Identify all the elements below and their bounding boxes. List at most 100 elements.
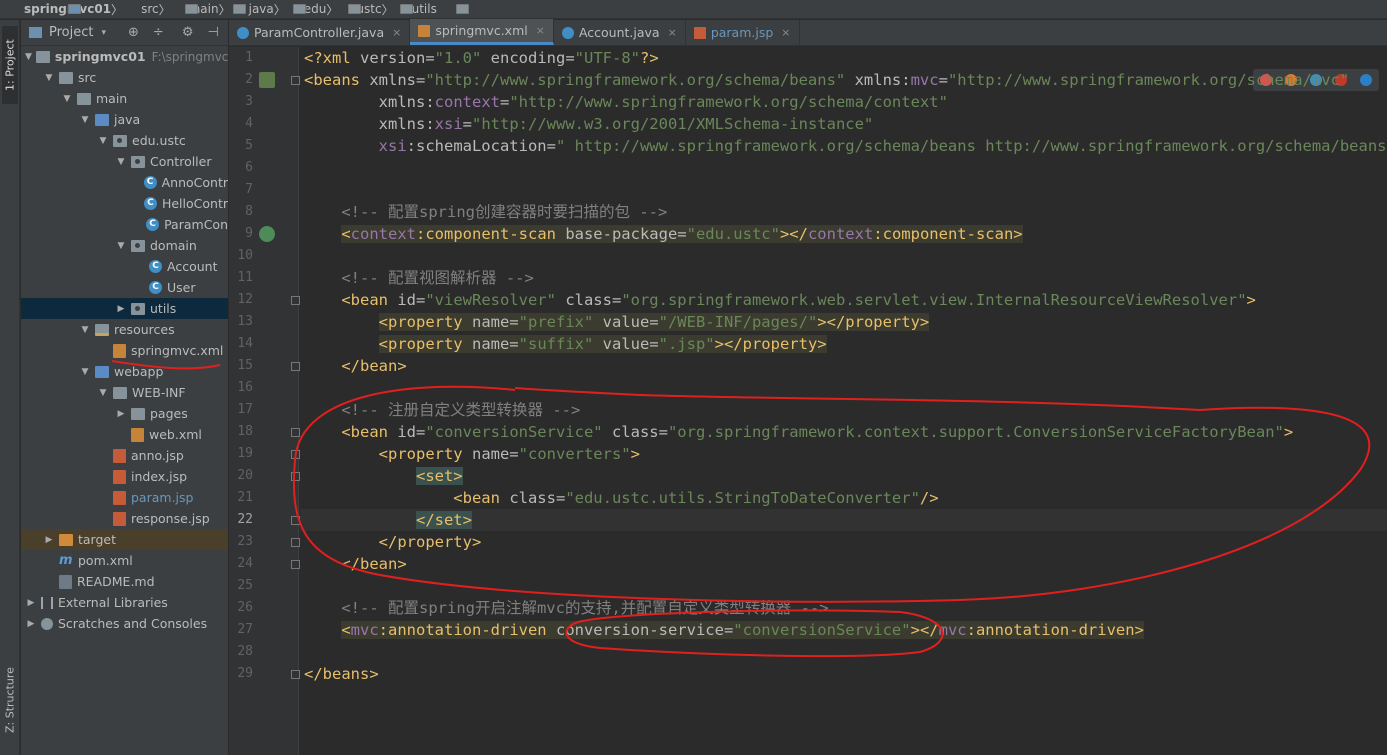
fold-icon[interactable] bbox=[291, 450, 300, 459]
fold-icon[interactable] bbox=[291, 472, 300, 481]
breadcrumb-item[interactable]: edu bbox=[286, 2, 361, 16]
tree-item[interactable]: C AnnoContr bbox=[21, 172, 228, 193]
fold-icon[interactable] bbox=[291, 76, 300, 85]
collapse-arrow-icon[interactable]: ▶ bbox=[25, 619, 37, 629]
editor-gutter[interactable]: 1 2 3 4 5 6 7 8 9 10 11 12 13 14 15 16 17 18 19 20 21 22 23 24 2… bbox=[229, 47, 300, 755]
code-line[interactable]: </set> bbox=[304, 509, 472, 531]
tree-item[interactable]: ▶ pages bbox=[21, 403, 228, 424]
expand-arrow-icon[interactable]: ▼ bbox=[61, 94, 73, 104]
editor-tab[interactable]: springmvc.xml × bbox=[410, 19, 554, 45]
breadcrumb-item[interactable]: src bbox=[123, 2, 199, 16]
code-line[interactable]: </bean> bbox=[304, 355, 406, 377]
tree-item[interactable]: ▼ Controller bbox=[21, 151, 228, 172]
code-line[interactable]: </property> bbox=[304, 531, 482, 553]
breadcrumb-item[interactable]: springmvc01 bbox=[6, 2, 111, 16]
fold-icon[interactable] bbox=[291, 670, 300, 679]
locate-icon[interactable]: ⊕ bbox=[128, 25, 139, 40]
tree-item[interactable]: ▼ webapp bbox=[21, 361, 228, 382]
code-line[interactable]: xmlns:context="http://www.springframewor… bbox=[304, 91, 948, 113]
code-line[interactable]: <!-- 配置spring开启注解mvc的支持,并配置自定义类型转换器 --> bbox=[304, 597, 828, 619]
project-view-selector[interactable]: Project bbox=[49, 25, 93, 40]
code-line[interactable]: <!-- 注册自定义类型转换器 --> bbox=[304, 399, 580, 421]
code-line[interactable]: <!-- 配置spring创建容器时要扫描的包 --> bbox=[304, 201, 667, 223]
component-scan-icon[interactable] bbox=[259, 226, 275, 242]
code-line[interactable]: <bean class="edu.ustc.utils.StringToDate… bbox=[304, 487, 938, 509]
code-editor[interactable]: 1 2 3 4 5 6 7 8 9 10 11 12 13 14 15 16 17 18 19 20 21 22 23 24 2… bbox=[229, 47, 1387, 755]
tree-item[interactable]: ▶ External Libraries bbox=[21, 592, 228, 613]
close-icon[interactable]: × bbox=[668, 26, 677, 39]
tree-item[interactable]: ▶ Scratches and Consoles bbox=[21, 613, 228, 634]
code-line[interactable]: xsi:schemaLocation=" http://www.springfr… bbox=[304, 135, 1387, 157]
fold-icon[interactable] bbox=[291, 560, 300, 569]
expand-arrow-icon[interactable]: ▼ bbox=[25, 52, 32, 62]
spring-bean-icon[interactable] bbox=[259, 72, 275, 88]
tree-item[interactable]: ▶ utils bbox=[21, 298, 228, 319]
gear-icon[interactable]: ⚙ bbox=[182, 25, 194, 40]
code-line[interactable]: <property name="suffix" value=".jsp"></p… bbox=[304, 333, 827, 355]
close-icon[interactable]: × bbox=[781, 26, 790, 39]
expand-arrow-icon[interactable]: ▼ bbox=[43, 73, 55, 83]
code-line[interactable]: <?xml version="1.0" encoding="UTF-8"?> bbox=[304, 47, 659, 69]
tree-item[interactable]: C HelloContr bbox=[21, 193, 228, 214]
fold-icon[interactable] bbox=[291, 428, 300, 437]
code-line[interactable]: </bean> bbox=[304, 553, 406, 575]
collapse-arrow-icon[interactable]: ▶ bbox=[115, 304, 127, 314]
hide-icon[interactable]: ⊣ bbox=[207, 25, 218, 40]
tree-item[interactable]: ▼ domain bbox=[21, 235, 228, 256]
tree-item[interactable]: ▼ WEB-INF bbox=[21, 382, 228, 403]
expand-arrow-icon[interactable]: ▼ bbox=[79, 325, 91, 335]
expand-arrow-icon[interactable]: ▼ bbox=[115, 241, 127, 251]
tree-item[interactable]: param.jsp bbox=[21, 487, 228, 508]
tree-item[interactable]: ▼ resources bbox=[21, 319, 228, 340]
tree-item[interactable]: ▼ java bbox=[21, 109, 228, 130]
tree-item[interactable]: ▼ edu.ustc bbox=[21, 130, 228, 151]
tree-item[interactable]: ▼ springmvc01 F:\springmvc01 bbox=[21, 46, 228, 67]
code-line[interactable]: <bean id="viewResolver" class="org.sprin… bbox=[304, 289, 1256, 311]
expand-arrow-icon[interactable]: ▼ bbox=[97, 136, 109, 146]
tree-item[interactable]: index.jsp bbox=[21, 466, 228, 487]
collapse-arrow-icon[interactable]: ▶ bbox=[43, 535, 55, 545]
expand-arrow-icon[interactable]: ▼ bbox=[79, 367, 91, 377]
fold-icon[interactable] bbox=[291, 516, 300, 525]
tree-item[interactable]: response.jsp bbox=[21, 508, 228, 529]
code-line[interactable]: </beans> bbox=[304, 663, 379, 685]
tree-item[interactable]: m pom.xml bbox=[21, 550, 228, 571]
tree-item[interactable]: README.md bbox=[21, 571, 228, 592]
code-line[interactable]: <bean id="conversionService" class="org.… bbox=[304, 421, 1293, 443]
tree-item[interactable]: web.xml bbox=[21, 424, 228, 445]
fold-icon[interactable] bbox=[291, 538, 300, 547]
tree-item[interactable]: C Account bbox=[21, 256, 228, 277]
collapse-icon[interactable]: ÷ bbox=[153, 25, 164, 40]
close-icon[interactable]: × bbox=[536, 24, 545, 37]
tree-item[interactable]: anno.jsp bbox=[21, 445, 228, 466]
collapse-arrow-icon[interactable]: ▶ bbox=[25, 598, 37, 608]
code-line[interactable]: <mvc:annotation-driven conversion-servic… bbox=[304, 619, 1144, 641]
expand-arrow-icon[interactable]: ▼ bbox=[79, 115, 91, 125]
tree-item[interactable]: C ParamCon bbox=[21, 214, 228, 235]
expand-arrow-icon[interactable]: ▼ bbox=[97, 388, 109, 398]
expand-arrow-icon[interactable]: ▼ bbox=[115, 157, 127, 167]
tree-item[interactable]: C User bbox=[21, 277, 228, 298]
tree-item[interactable]: ▼ main bbox=[21, 88, 228, 109]
editor-tab[interactable]: param.jsp × bbox=[686, 20, 800, 45]
collapse-arrow-icon[interactable]: ▶ bbox=[115, 409, 127, 419]
code-line[interactable]: <property name="converters"> bbox=[304, 443, 640, 465]
close-icon[interactable]: × bbox=[392, 26, 401, 39]
code-line[interactable]: <!-- 配置视图解析器 --> bbox=[304, 267, 534, 289]
tree-item[interactable]: ▶ target bbox=[21, 529, 228, 550]
tree-item[interactable]: springmvc.xml bbox=[21, 340, 228, 361]
structure-tool-tab[interactable]: Z: Structure bbox=[2, 650, 18, 750]
code-line[interactable]: <context:component-scan base-package="ed… bbox=[304, 223, 1023, 245]
project-tool-tab[interactable]: 1: Project bbox=[2, 26, 18, 104]
tree-item[interactable]: ▼ src bbox=[21, 67, 228, 88]
fold-icon[interactable] bbox=[291, 362, 300, 371]
chevron-down-icon[interactable]: ▾ bbox=[101, 28, 106, 38]
fold-icon[interactable] bbox=[291, 296, 300, 305]
code-line[interactable]: <set> bbox=[304, 465, 463, 487]
code-line[interactable]: xmlns:xsi="http://www.w3.org/2001/XMLSch… bbox=[304, 113, 874, 135]
ie-icon[interactable] bbox=[1360, 74, 1373, 86]
editor-tab[interactable]: ParamController.java × bbox=[229, 20, 411, 45]
editor-tab[interactable]: Account.java × bbox=[554, 20, 686, 45]
code-line[interactable]: <property name="prefix" value="/WEB-INF/… bbox=[304, 311, 930, 333]
code-line[interactable]: <beans xmlns="http://www.springframework… bbox=[304, 69, 1349, 91]
